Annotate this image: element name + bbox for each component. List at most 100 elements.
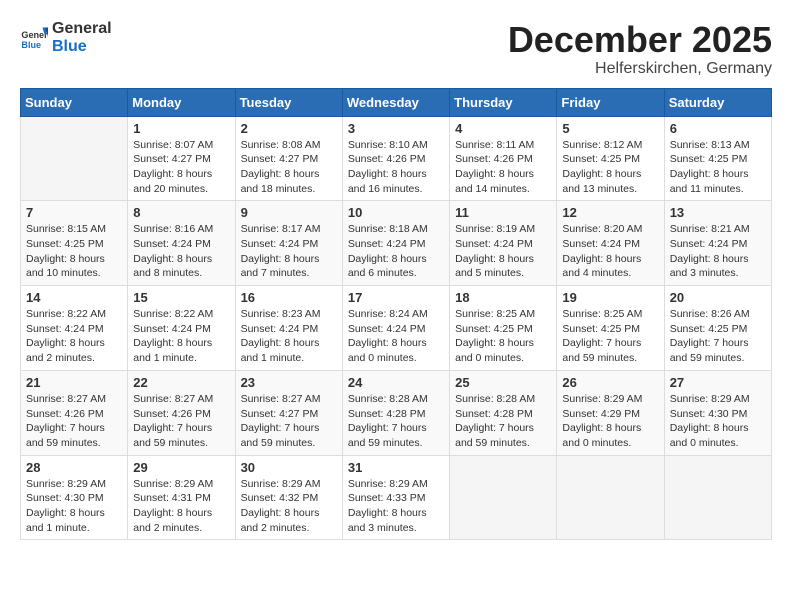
day-number: 26 [562, 375, 658, 390]
day-number: 14 [26, 290, 122, 305]
day-number: 25 [455, 375, 551, 390]
day-number: 17 [348, 290, 444, 305]
logo-blue: Blue [52, 38, 112, 56]
day-info: Sunrise: 8:29 AM Sunset: 4:33 PM Dayligh… [348, 477, 444, 536]
day-info: Sunrise: 8:21 AM Sunset: 4:24 PM Dayligh… [670, 222, 766, 281]
calendar-cell: 1Sunrise: 8:07 AM Sunset: 4:27 PM Daylig… [128, 116, 235, 201]
day-number: 5 [562, 121, 658, 136]
weekday-header-wednesday: Wednesday [342, 88, 449, 116]
day-number: 30 [241, 460, 337, 475]
day-number: 2 [241, 121, 337, 136]
day-number: 13 [670, 205, 766, 220]
week-row-3: 14 Sunrise: 8:22 AM Sunset: 4:24 PM Dayli… [21, 286, 772, 371]
calendar-cell: 26 Sunrise: 8:29 AM Sunset: 4:29 PM Dayli… [557, 370, 664, 455]
calendar-cell: 10 Sunrise: 8:18 AM Sunset: 4:24 PM Dayli… [342, 201, 449, 286]
day-info: Sunrise: 8:22 AM Sunset: 4:24 PM Dayligh… [26, 307, 122, 366]
calendar-cell: 23Sunrise: 8:27 AM Sunset: 4:27 PM Dayli… [235, 370, 342, 455]
calendar-cell: 18Sunrise: 8:25 AM Sunset: 4:25 PM Dayli… [450, 286, 557, 371]
calendar-cell: 20 Sunrise: 8:26 AM Sunset: 4:25 PM Dayli… [664, 286, 771, 371]
day-info: Sunrise: 8:29 AM Sunset: 4:30 PM Dayligh… [670, 392, 766, 451]
calendar-cell: 5 Sunrise: 8:12 AM Sunset: 4:25 PM Daylig… [557, 116, 664, 201]
day-info: Sunrise: 8:15 AM Sunset: 4:25 PM Dayligh… [26, 222, 122, 281]
day-info: Sunrise: 8:26 AM Sunset: 4:25 PM Dayligh… [670, 307, 766, 366]
day-info: Sunrise: 8:27 AM Sunset: 4:26 PM Dayligh… [26, 392, 122, 451]
calendar-cell [557, 455, 664, 540]
day-info: Sunrise: 8:10 AM Sunset: 4:26 PM Dayligh… [348, 138, 444, 197]
calendar-cell: 21 Sunrise: 8:27 AM Sunset: 4:26 PM Dayli… [21, 370, 128, 455]
calendar-cell: 3 Sunrise: 8:10 AM Sunset: 4:26 PM Daylig… [342, 116, 449, 201]
calendar-cell: 29Sunrise: 8:29 AM Sunset: 4:31 PM Dayli… [128, 455, 235, 540]
calendar-cell: 2Sunrise: 8:08 AM Sunset: 4:27 PM Daylig… [235, 116, 342, 201]
day-info: Sunrise: 8:16 AM Sunset: 4:24 PM Dayligh… [133, 222, 229, 281]
calendar-cell: 31 Sunrise: 8:29 AM Sunset: 4:33 PM Dayli… [342, 455, 449, 540]
weekday-header-row: SundayMondayTuesdayWednesdayThursdayFrid… [21, 88, 772, 116]
calendar-cell [664, 455, 771, 540]
day-info: Sunrise: 8:29 AM Sunset: 4:30 PM Dayligh… [26, 477, 122, 536]
day-number: 19 [562, 290, 658, 305]
logo-icon: General Blue [20, 24, 48, 52]
day-number: 22 [133, 375, 229, 390]
day-info: Sunrise: 8:29 AM Sunset: 4:29 PM Dayligh… [562, 392, 658, 451]
page-header: General Blue General Blue December 2025 … [20, 20, 772, 78]
day-number: 10 [348, 205, 444, 220]
month-title: December 2025 [508, 20, 772, 60]
calendar-cell: 9 Sunrise: 8:17 AM Sunset: 4:24 PM Daylig… [235, 201, 342, 286]
weekday-header-saturday: Saturday [664, 88, 771, 116]
day-info: Sunrise: 8:17 AM Sunset: 4:24 PM Dayligh… [241, 222, 337, 281]
day-info: Sunrise: 8:18 AM Sunset: 4:24 PM Dayligh… [348, 222, 444, 281]
day-info: Sunrise: 8:07 AM Sunset: 4:27 PM Dayligh… [133, 138, 229, 197]
calendar-cell: 4Sunrise: 8:11 AM Sunset: 4:26 PM Daylig… [450, 116, 557, 201]
day-number: 4 [455, 121, 551, 136]
day-info: Sunrise: 8:12 AM Sunset: 4:25 PM Dayligh… [562, 138, 658, 197]
day-number: 9 [241, 205, 337, 220]
week-row-1: 1Sunrise: 8:07 AM Sunset: 4:27 PM Daylig… [21, 116, 772, 201]
day-info: Sunrise: 8:25 AM Sunset: 4:25 PM Dayligh… [455, 307, 551, 366]
day-number: 8 [133, 205, 229, 220]
calendar-cell: 13 Sunrise: 8:21 AM Sunset: 4:24 PM Dayli… [664, 201, 771, 286]
calendar-cell: 30 Sunrise: 8:29 AM Sunset: 4:32 PM Dayli… [235, 455, 342, 540]
day-info: Sunrise: 8:28 AM Sunset: 4:28 PM Dayligh… [348, 392, 444, 451]
calendar-cell: 25 Sunrise: 8:28 AM Sunset: 4:28 PM Dayli… [450, 370, 557, 455]
week-row-2: 7 Sunrise: 8:15 AM Sunset: 4:25 PM Daylig… [21, 201, 772, 286]
day-number: 12 [562, 205, 658, 220]
day-info: Sunrise: 8:27 AM Sunset: 4:26 PM Dayligh… [133, 392, 229, 451]
weekday-header-friday: Friday [557, 88, 664, 116]
svg-text:Blue: Blue [21, 39, 41, 49]
day-info: Sunrise: 8:23 AM Sunset: 4:24 PM Dayligh… [241, 307, 337, 366]
day-number: 28 [26, 460, 122, 475]
title-block: December 2025 Helferskirchen, Germany [508, 20, 772, 78]
day-number: 16 [241, 290, 337, 305]
day-number: 11 [455, 205, 551, 220]
weekday-header-sunday: Sunday [21, 88, 128, 116]
day-number: 3 [348, 121, 444, 136]
logo-general: General [52, 20, 112, 38]
day-number: 24 [348, 375, 444, 390]
day-info: Sunrise: 8:29 AM Sunset: 4:32 PM Dayligh… [241, 477, 337, 536]
calendar-table: SundayMondayTuesdayWednesdayThursdayFrid… [20, 88, 772, 541]
week-row-5: 28 Sunrise: 8:29 AM Sunset: 4:30 PM Dayli… [21, 455, 772, 540]
calendar-cell: 12 Sunrise: 8:20 AM Sunset: 4:24 PM Dayli… [557, 201, 664, 286]
day-number: 15 [133, 290, 229, 305]
calendar-cell: 6Sunrise: 8:13 AM Sunset: 4:25 PM Daylig… [664, 116, 771, 201]
day-number: 21 [26, 375, 122, 390]
calendar-cell: 17 Sunrise: 8:24 AM Sunset: 4:24 PM Dayli… [342, 286, 449, 371]
day-number: 6 [670, 121, 766, 136]
day-number: 20 [670, 290, 766, 305]
day-number: 7 [26, 205, 122, 220]
day-info: Sunrise: 8:29 AM Sunset: 4:31 PM Dayligh… [133, 477, 229, 536]
day-info: Sunrise: 8:19 AM Sunset: 4:24 PM Dayligh… [455, 222, 551, 281]
calendar-cell: 11 Sunrise: 8:19 AM Sunset: 4:24 PM Dayli… [450, 201, 557, 286]
day-info: Sunrise: 8:20 AM Sunset: 4:24 PM Dayligh… [562, 222, 658, 281]
day-info: Sunrise: 8:24 AM Sunset: 4:24 PM Dayligh… [348, 307, 444, 366]
day-number: 31 [348, 460, 444, 475]
week-row-4: 21 Sunrise: 8:27 AM Sunset: 4:26 PM Dayli… [21, 370, 772, 455]
weekday-header-monday: Monday [128, 88, 235, 116]
calendar-cell: 15Sunrise: 8:22 AM Sunset: 4:24 PM Dayli… [128, 286, 235, 371]
day-info: Sunrise: 8:28 AM Sunset: 4:28 PM Dayligh… [455, 392, 551, 451]
calendar-cell: 7 Sunrise: 8:15 AM Sunset: 4:25 PM Daylig… [21, 201, 128, 286]
calendar-cell: 19Sunrise: 8:25 AM Sunset: 4:25 PM Dayli… [557, 286, 664, 371]
calendar-cell: 22 Sunrise: 8:27 AM Sunset: 4:26 PM Dayli… [128, 370, 235, 455]
calendar-cell: 28 Sunrise: 8:29 AM Sunset: 4:30 PM Dayli… [21, 455, 128, 540]
weekday-header-thursday: Thursday [450, 88, 557, 116]
location: Helferskirchen, Germany [508, 60, 772, 78]
